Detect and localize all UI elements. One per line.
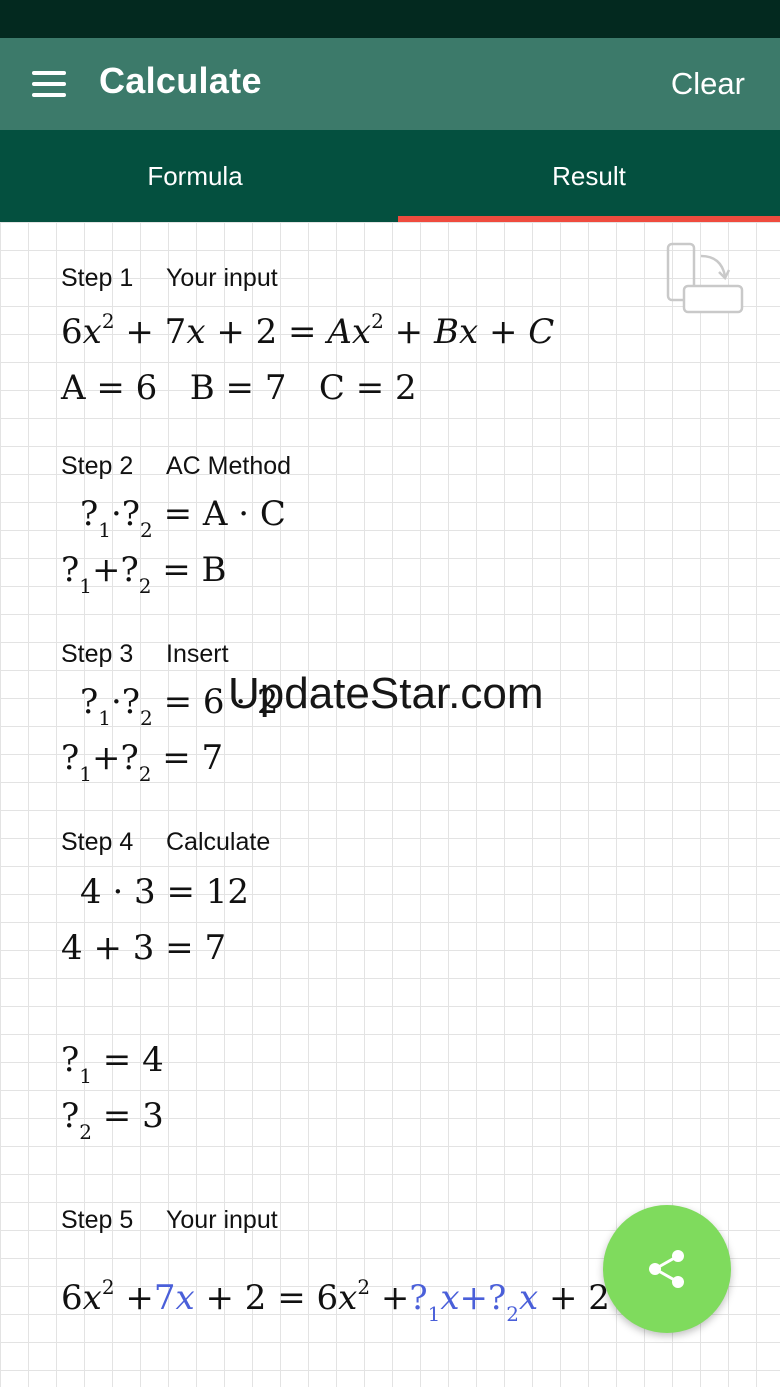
menu-icon[interactable] (32, 71, 66, 97)
step-title: AC Method (166, 452, 292, 480)
step-number: Step 4 (61, 828, 134, 856)
step-2-product: ?1·?2 = A · C (80, 494, 286, 542)
tab-result[interactable]: Result (398, 130, 780, 222)
watermark: UpdateStar.com (228, 669, 544, 718)
step-number: Step 3 (61, 640, 134, 668)
step-4-q2: ?2 = 3 (61, 1096, 164, 1144)
step-4-header: Step 4 Calculate (61, 828, 270, 857)
app-bar: Calculate Clear (0, 38, 780, 130)
step-1-header: Step 1 Your input (61, 264, 278, 293)
step-3-header: Step 3 Insert (61, 640, 229, 669)
page-title: Calculate (99, 60, 262, 101)
share-button[interactable] (603, 1205, 731, 1333)
step-5-header: Step 5 Your input (61, 1206, 278, 1235)
step-4-q1: ?1 = 4 (61, 1040, 164, 1088)
step-4-product: 4 · 3 = 12 (80, 872, 250, 912)
step-title: Your input (166, 264, 278, 292)
step-number: Step 5 (61, 1206, 134, 1234)
step-number: Step 2 (61, 452, 134, 480)
step-1-equation: 6x2 + 7x + 2 = Ax2 + Bx + C (61, 309, 555, 352)
result-content[interactable]: Step 1 Your input 6x2 + 7x + 2 = Ax2 + Bx… (0, 222, 780, 1387)
step-2-header: Step 2 AC Method (61, 452, 291, 481)
step-1-coefficients: A = 6 B = 7 C = 2 (61, 368, 417, 408)
step-number: Step 1 (61, 264, 134, 292)
share-icon (649, 1250, 684, 1288)
clear-button[interactable]: Clear (671, 66, 745, 102)
step-title: Your input (166, 1206, 278, 1234)
tab-formula[interactable]: Formula (0, 130, 390, 222)
rotate-device-icon[interactable] (665, 242, 745, 318)
step-4-sum: 4 + 3 = 7 (61, 928, 227, 968)
tab-bar: Formula Result (0, 130, 780, 222)
step-5-equation: 6x2 +7x + 2 = 6x2 +?1x+?2x + 2 (61, 1275, 610, 1326)
step-2-sum: ?1+?2 = B (61, 550, 227, 598)
status-bar (0, 0, 780, 38)
step-title: Insert (166, 640, 229, 668)
step-3-sum: ?1+?2 = 7 (61, 738, 224, 786)
step-title: Calculate (166, 828, 271, 856)
